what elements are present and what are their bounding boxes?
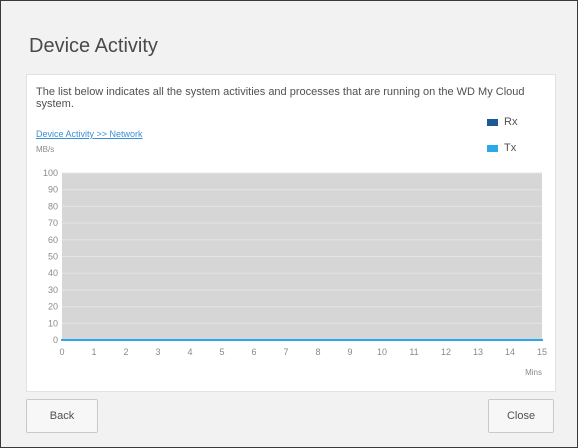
data-point-tx <box>221 339 223 341</box>
y-tick-label: 80 <box>48 201 58 211</box>
y-tick-label: 0 <box>53 335 58 345</box>
data-point-tx <box>509 339 511 341</box>
x-tick-label: 1 <box>91 347 96 357</box>
x-tick-label: 11 <box>409 347 418 357</box>
y-tick-label: 70 <box>48 218 58 228</box>
y-tick-label: 10 <box>48 318 58 328</box>
y-tick-label: 40 <box>48 268 58 278</box>
data-point-tx <box>317 339 319 341</box>
x-tick-label: 0 <box>59 347 64 357</box>
y-tick-label: 30 <box>48 285 58 295</box>
device-activity-dialog: Device Activity The list below indicates… <box>0 0 578 448</box>
dialog-title: Device Activity <box>29 35 158 57</box>
data-point-tx <box>189 339 191 341</box>
y-axis-label: MB/s <box>36 145 54 154</box>
data-point-tx <box>93 339 95 341</box>
x-tick-label: 9 <box>347 347 352 357</box>
network-activity-chart: 01020304050607080901000 1 2 3 4 5 6 7 8 9 10 11 12 13… <box>36 145 547 377</box>
y-tick-label: 20 <box>48 302 58 312</box>
back-button[interactable]: Back <box>26 399 98 433</box>
y-tick-label: 100 <box>43 168 58 178</box>
data-point-tx <box>125 339 127 341</box>
data-point-tx <box>381 339 383 341</box>
x-tick-label: 8 <box>315 347 320 357</box>
x-tick-label: 6 <box>251 347 256 357</box>
data-point-tx <box>157 339 159 341</box>
x-tick-label: 10 <box>377 347 387 357</box>
x-tick-label: 2 <box>123 347 128 357</box>
x-tick-label: 4 <box>187 347 192 357</box>
x-tick-label: 14 <box>505 347 515 357</box>
y-tick-label: 50 <box>48 252 58 262</box>
x-tick-label: 12 <box>441 347 451 357</box>
data-point-tx <box>413 339 415 341</box>
x-axis-label: Mins <box>525 368 542 377</box>
data-point-tx <box>541 339 543 341</box>
x-tick-label: 15 <box>537 347 547 357</box>
dialog-footer: Back Close <box>26 399 554 433</box>
data-point-tx <box>61 339 63 341</box>
data-point-tx <box>445 339 447 341</box>
x-tick-label: 7 <box>283 347 288 357</box>
x-tick-label: 3 <box>155 347 160 357</box>
x-tick-label: 5 <box>219 347 224 357</box>
data-point-tx <box>349 339 351 341</box>
activity-panel: The list below indicates all the system … <box>26 74 556 392</box>
y-tick-label: 60 <box>48 235 58 245</box>
x-tick-label: 13 <box>473 347 483 357</box>
y-tick-label: 90 <box>48 185 58 195</box>
close-button[interactable]: Close <box>488 399 554 433</box>
data-point-tx <box>285 339 287 341</box>
data-point-tx <box>253 339 255 341</box>
data-point-tx <box>477 339 479 341</box>
